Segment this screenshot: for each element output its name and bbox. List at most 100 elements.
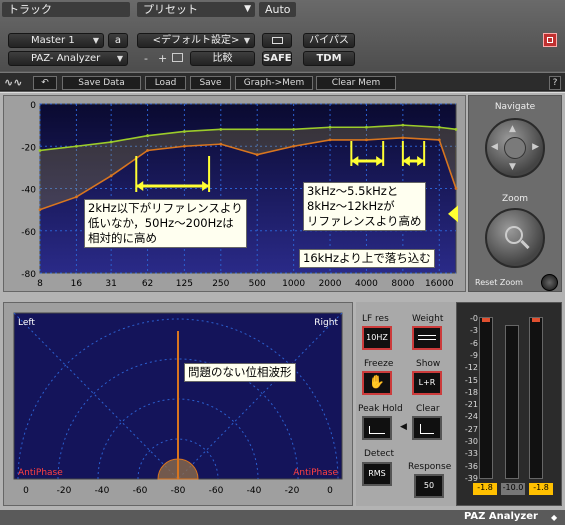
plugin-selector[interactable]: PAZ- Analyzer ▼ (8, 51, 128, 66)
antiphase-right-label: AntiPhase (293, 468, 338, 478)
detect-label: Detect (364, 449, 395, 459)
chevron-down-icon: ▼ (116, 54, 123, 63)
auto-header: Auto (265, 3, 291, 16)
save-button[interactable]: Save (190, 76, 231, 90)
x-tick-label: 31 (105, 279, 116, 289)
reset-zoom-label: Reset Zoom (475, 278, 523, 287)
phase-x-tick: -20 (285, 486, 300, 496)
arrow-down-icon: ▼ (509, 162, 516, 172)
preset-prev-button[interactable]: - (144, 52, 148, 65)
meter-scale-tick: -30 (464, 437, 478, 447)
data-point (401, 123, 405, 127)
weight-button[interactable] (412, 326, 442, 350)
data-point (454, 187, 458, 190)
response-button[interactable]: 50 (414, 474, 444, 498)
safe-button[interactable]: SAFE (262, 51, 292, 66)
data-point (437, 125, 441, 129)
preset-menu-icon[interactable]: ▼ (244, 2, 251, 17)
copy-icon[interactable] (172, 53, 183, 62)
x-tick-label: 2000 (319, 279, 342, 289)
bypass-button[interactable]: バイパス (303, 33, 355, 48)
phase-x-tick: -80 (171, 486, 186, 496)
data-point (182, 130, 186, 133)
preset-name: <デフォルト設定> (152, 35, 240, 46)
peak-hold-label: Peak Hold (358, 404, 403, 414)
track-selector[interactable]: Master 1 ▼ (8, 33, 104, 48)
track-letter-button[interactable]: a (108, 33, 128, 48)
meter-scale-tick: -12 (464, 363, 478, 373)
x-tick-label: 16000 (425, 279, 454, 289)
meter-scale-tick: -33 (464, 449, 478, 459)
peak-hold-icon (369, 426, 385, 434)
phase-x-tick: -60 (133, 486, 148, 496)
y-tick-label: -40 (21, 186, 36, 196)
zoom-knob[interactable] (485, 208, 545, 268)
weight-icon (418, 335, 436, 340)
freeze-button[interactable]: ✋ (362, 371, 392, 395)
undo-icon: ↶ (41, 78, 49, 88)
data-point (38, 149, 42, 152)
bypass-label: バイパス (309, 35, 349, 46)
help-button[interactable]: ? (549, 76, 561, 90)
data-point (401, 136, 405, 140)
phase-scope: Left Right AntiPhase AntiPhase 0 -20 -40 -60 -80… (3, 302, 353, 506)
detect-button[interactable]: RMS (362, 462, 392, 486)
zoom-label: Zoom (502, 194, 528, 204)
data-point (292, 144, 296, 148)
clear-mem-button[interactable]: Clear Mem (316, 76, 396, 90)
peak-hold-button[interactable] (362, 416, 392, 440)
graph-mem-button[interactable]: Graph->Mem (235, 76, 313, 90)
x-tick-label: 8000 (391, 279, 414, 289)
phase-x-tick: -40 (95, 486, 110, 496)
chevron-down-icon: ▼ (243, 36, 250, 45)
hand-icon: ✋ (368, 375, 386, 390)
track-section-header: トラック (2, 2, 130, 17)
peak-right-readout[interactable]: -1.8 (529, 483, 553, 495)
meter-mid (505, 325, 519, 479)
meter-scale-tick: -15 (464, 375, 478, 385)
show-button[interactable]: L+R (412, 371, 442, 395)
clear-button[interactable] (412, 416, 442, 440)
show-value: L+R (418, 378, 436, 387)
analyzer-controls: LF res Weight 10HZ Freeze Show ✋ L+R Pea… (356, 302, 456, 506)
lf-res-label: LF res (362, 314, 389, 324)
phase-x-tick: -40 (247, 486, 262, 496)
x-tick-label: 125 (176, 279, 193, 289)
navigate-knob[interactable]: ▲ ▼ ◀ ▶ (485, 118, 545, 178)
annotation-high-freq: 16kHzより上で落ち込む (299, 249, 435, 268)
tdm-button[interactable]: TDM (303, 51, 355, 66)
annotation-low-freq: 2kHz以下がリファレンスより 低いなか，50Hz～200Hzは 相対的に高め (84, 199, 247, 248)
reset-zoom-button[interactable] (541, 274, 558, 291)
data-point (328, 125, 332, 129)
phase-x-tick: -20 (57, 486, 72, 496)
undo-button[interactable]: ↶ (33, 76, 57, 90)
save-data-button[interactable]: Save Data (62, 76, 141, 90)
arrow-up-icon: ▲ (509, 124, 516, 134)
x-tick-label: 1000 (282, 279, 305, 289)
meter-scale-tick: -36 (464, 461, 478, 471)
lf-res-button[interactable]: 10HZ (362, 326, 392, 350)
safe-label: SAFE (263, 53, 292, 64)
y-tick-label: 0 (30, 101, 36, 111)
load-button[interactable]: Load (145, 76, 186, 90)
phase-x-tick: 0 (23, 486, 29, 496)
meter-scale-tick: -6 (470, 338, 478, 348)
close-icon[interactable] (543, 33, 557, 47)
data-point (146, 134, 149, 138)
x-tick-label: 62 (142, 279, 153, 289)
peak-mid-readout[interactable]: -10.0 (501, 483, 525, 495)
compare-button[interactable]: 比較 (190, 51, 255, 66)
preset-selector[interactable]: <デフォルト設定> ▼ (137, 33, 255, 48)
chevron-down-icon: ▼ (92, 36, 99, 45)
annotation-phase: 問題のない位相波形 (184, 363, 296, 382)
automation-icon-button[interactable] (262, 33, 292, 48)
phase-plot: Left Right AntiPhase AntiPhase 0 -20 -40 -60 -80… (13, 312, 343, 496)
track-letter: a (114, 35, 122, 46)
peak-left-readout[interactable]: -1.8 (473, 483, 497, 495)
data-point (365, 125, 368, 129)
x-tick-label: 16 (71, 279, 83, 289)
right-label: Right (314, 318, 338, 328)
preset-next-button[interactable]: + (158, 52, 167, 65)
meter-left (479, 317, 493, 479)
freeze-label: Freeze (364, 359, 394, 369)
